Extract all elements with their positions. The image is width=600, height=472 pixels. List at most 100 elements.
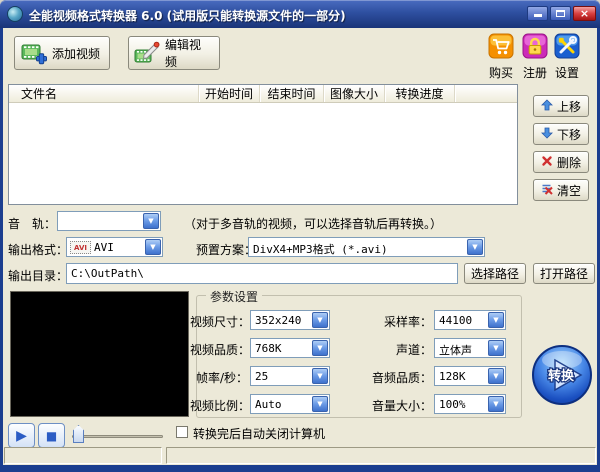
maximize-button[interactable] <box>550 6 571 21</box>
channels-select[interactable]: 立体声 ▼ <box>434 338 506 358</box>
close-button[interactable]: × <box>573 6 596 21</box>
video-size-label: 视频尺寸： <box>190 315 251 329</box>
settings-label: 设置 <box>554 66 579 80</box>
audio-quality-value: 128K <box>439 370 466 383</box>
delete-label: 删除 <box>556 155 581 170</box>
settings-button[interactable]: 设置 <box>550 33 584 81</box>
chevron-down-icon[interactable]: ▼ <box>312 340 328 356</box>
aspect-ratio-value: Auto <box>255 398 282 411</box>
frame-rate-label: 帧率/秒： <box>195 371 248 385</box>
chevron-down-icon[interactable]: ▼ <box>488 340 504 356</box>
add-video-label: 添加视频 <box>51 46 100 61</box>
status-panel-left <box>4 447 162 464</box>
add-video-button[interactable]: 添加视频 <box>14 36 110 70</box>
chevron-down-icon[interactable]: ▼ <box>312 368 328 384</box>
select-path-button[interactable]: 选择路径 <box>464 263 526 284</box>
chevron-down-icon[interactable]: ▼ <box>145 239 161 255</box>
add-video-icon <box>21 40 47 66</box>
chevron-down-icon[interactable]: ▼ <box>488 396 504 412</box>
volume-select[interactable]: 100% ▼ <box>434 394 506 414</box>
shutdown-checkbox-label[interactable]: 转换完后自动关闭计算机 <box>193 425 325 442</box>
app-window: 全能视频格式转换器 6.0 (试用版只能转换源文件的一部分) × 添加视频 编辑… <box>0 0 600 472</box>
lock-icon <box>522 33 548 59</box>
column-progress[interactable]: 转换进度 <box>385 85 455 102</box>
chevron-down-icon[interactable]: ▼ <box>467 239 483 255</box>
sample-rate-value: 44100 <box>439 314 473 327</box>
column-start-time[interactable]: 开始时间 <box>199 85 260 102</box>
window-title: 全能视频格式转换器 6.0 (试用版只能转换源文件的一部分) <box>29 9 346 23</box>
audio-track-label: 音 轨： <box>8 217 57 231</box>
buy-label: 购买 <box>488 66 513 80</box>
aspect-ratio-label: 视频比例： <box>190 399 251 413</box>
delete-button[interactable]: 删除 <box>533 151 589 173</box>
play-icon: ▶ <box>16 427 27 444</box>
frame-rate-select[interactable]: 25 ▼ <box>250 366 330 386</box>
preset-select[interactable]: DivX4+MP3格式 (*.avi) ▼ <box>248 237 485 257</box>
column-spacer <box>455 85 517 102</box>
minimize-icon <box>534 14 542 17</box>
buy-button[interactable]: 购买 <box>484 33 518 81</box>
audio-quality-select[interactable]: 128K ▼ <box>434 366 506 386</box>
clear-label: 清空 <box>556 183 581 198</box>
output-format-select[interactable]: AVI AVI ▼ <box>66 237 163 257</box>
audio-track-select[interactable]: ▼ <box>57 211 161 231</box>
chevron-down-icon[interactable]: ▼ <box>312 312 328 328</box>
file-list-header: 文件名 开始时间 结束时间 图像大小 转换进度 <box>9 85 517 103</box>
preset-value: DivX4+MP3格式 (*.avi) <box>253 243 388 256</box>
sample-rate-label: 采样率： <box>383 315 432 329</box>
avi-format-icon: AVI <box>70 241 91 254</box>
chevron-down-icon[interactable]: ▼ <box>488 312 504 328</box>
open-path-button[interactable]: 打开路径 <box>533 263 595 284</box>
output-dir-label: 输出目录： <box>8 269 69 283</box>
chevron-down-icon[interactable]: ▼ <box>312 396 328 412</box>
chevron-down-icon[interactable]: ▼ <box>143 213 159 229</box>
frame-rate-value: 25 <box>255 370 269 383</box>
arrow-up-icon <box>541 98 553 114</box>
stop-icon: ■ <box>45 428 58 443</box>
channels-label: 声道： <box>395 343 432 357</box>
clear-button[interactable]: 清空 <box>533 179 589 201</box>
output-dir-input[interactable]: C:\OutPath\ <box>66 263 458 284</box>
play-button[interactable]: ▶ <box>8 423 35 448</box>
column-image-size[interactable]: 图像大小 <box>324 85 385 102</box>
shutdown-checkbox[interactable] <box>176 426 188 438</box>
preset-label: 预置方案： <box>196 243 257 257</box>
audio-quality-label: 音频品质： <box>371 371 432 385</box>
edit-video-button[interactable]: 编辑视频 <box>128 36 220 70</box>
column-filename[interactable]: 文件名 <box>9 85 199 102</box>
move-down-button[interactable]: 下移 <box>533 123 589 145</box>
file-list-body[interactable] <box>9 103 517 204</box>
sample-rate-select[interactable]: 44100 ▼ <box>434 310 506 330</box>
minimize-button[interactable] <box>527 6 548 21</box>
register-button[interactable]: 注册 <box>518 33 552 81</box>
chevron-down-icon[interactable]: ▼ <box>488 368 504 384</box>
convert-button[interactable]: 转换 <box>530 343 594 407</box>
edit-video-label: 编辑视频 <box>165 38 202 69</box>
shopping-cart-icon <box>488 33 514 59</box>
video-size-select[interactable]: 352x240 ▼ <box>250 310 330 330</box>
file-list: 文件名 开始时间 结束时间 图像大小 转换进度 <box>8 84 518 205</box>
volume-value: 100% <box>439 398 466 411</box>
video-quality-select[interactable]: 768K ▼ <box>250 338 330 358</box>
video-quality-value: 768K <box>255 342 282 355</box>
volume-label: 音量大小： <box>371 399 432 413</box>
seek-slider-track[interactable] <box>72 435 163 438</box>
channels-value: 立体声 <box>439 344 472 357</box>
move-up-button[interactable]: 上移 <box>533 95 589 117</box>
params-title: 参数设置 <box>206 288 263 305</box>
column-end-time[interactable]: 结束时间 <box>260 85 324 102</box>
titlebar[interactable]: 全能视频格式转换器 6.0 (试用版只能转换源文件的一部分) × <box>0 0 600 28</box>
aspect-ratio-select[interactable]: Auto ▼ <box>250 394 330 414</box>
video-preview <box>10 291 189 417</box>
status-panel-right <box>166 447 596 464</box>
stop-button[interactable]: ■ <box>38 423 65 448</box>
move-up-label: 上移 <box>556 99 581 114</box>
edit-video-icon <box>134 40 160 66</box>
video-quality-label: 视频品质： <box>190 343 251 357</box>
audio-track-note: （对于多音轨的视频，可以选择音轨后再转换。） <box>184 217 443 231</box>
output-format-label: 输出格式： <box>8 243 69 257</box>
tools-icon <box>554 33 580 59</box>
delete-x-icon <box>541 155 553 170</box>
arrow-down-icon <box>541 127 553 142</box>
register-label: 注册 <box>522 66 547 80</box>
